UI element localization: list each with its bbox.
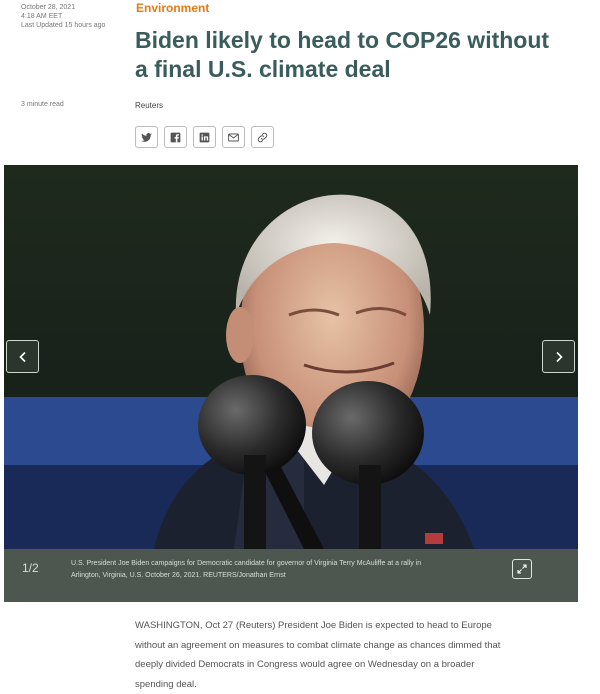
email-icon xyxy=(228,132,239,142)
last-updated: Last Updated 15 hours ago xyxy=(21,22,106,29)
share-facebook-button[interactable] xyxy=(164,126,187,148)
read-time: 3 minute read xyxy=(21,101,64,108)
article-body-paragraph: WASHINGTON, Oct 27 (Reuters) President J… xyxy=(135,620,501,690)
link-icon xyxy=(257,132,268,142)
twitter-icon xyxy=(141,132,152,142)
chevron-right-icon xyxy=(555,351,563,362)
photo-gallery: 1/2 U.S. President Joe Biden campaigns f… xyxy=(4,165,578,602)
copy-link-button[interactable] xyxy=(251,126,274,148)
chevron-left-icon xyxy=(18,351,26,362)
published-date: October 28, 2021 xyxy=(21,4,76,11)
share-linkedin-button[interactable] xyxy=(193,126,216,148)
photo-caption: U.S. President Joe Biden campaigns for D… xyxy=(71,560,422,579)
section-link-environment[interactable]: Environment xyxy=(136,1,209,15)
share-twitter-button[interactable] xyxy=(135,126,158,148)
expand-photo-button[interactable] xyxy=(512,559,532,579)
facebook-icon xyxy=(170,132,181,142)
byline-reuters[interactable]: Reuters xyxy=(135,101,163,110)
expand-icon xyxy=(517,564,527,574)
article-headline: Biden likely to head to COP26 without a … xyxy=(135,27,550,82)
gallery-caption-bar: 1/2 U.S. President Joe Biden campaigns f… xyxy=(4,549,578,602)
article-meta: October 28, 2021 4:18 AM EET Last Update… xyxy=(21,3,105,30)
gallery-counter: 1/2 xyxy=(22,561,39,575)
published-time: 4:18 AM EET xyxy=(21,13,63,20)
share-bar xyxy=(135,126,274,148)
gallery-photo[interactable] xyxy=(4,165,578,549)
linkedin-icon xyxy=(199,132,210,142)
share-email-button[interactable] xyxy=(222,126,245,148)
gallery-prev-button[interactable] xyxy=(6,340,39,373)
gallery-next-button[interactable] xyxy=(542,340,575,373)
biden-photo-illustration xyxy=(4,165,578,549)
